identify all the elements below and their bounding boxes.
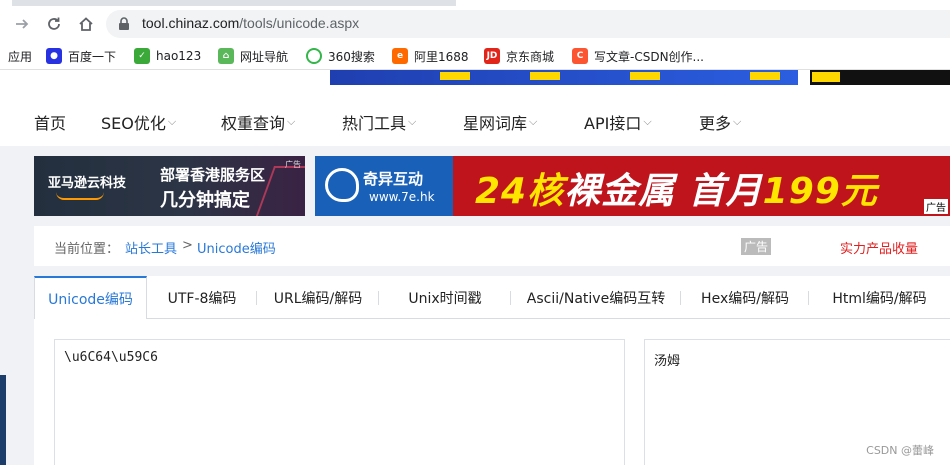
nav-hot-tools[interactable]: 热门工具 ⌵ bbox=[342, 110, 416, 134]
ad-headline: 24核裸金属 首月199元 bbox=[475, 171, 878, 212]
chevron-down-icon: ⌵ bbox=[733, 115, 742, 128]
nav-home[interactable]: 首页 bbox=[34, 110, 66, 134]
back-button[interactable] bbox=[10, 12, 34, 36]
watermark: CSDN @蕾峰 bbox=[866, 444, 934, 457]
address-bar[interactable]: tool.chinaz.com/tools/unicode.aspx bbox=[106, 10, 950, 38]
bookmark-csdn[interactable]: C 写文章-CSDN创作... bbox=[572, 47, 704, 65]
ali-icon: e bbox=[392, 48, 408, 64]
url-text: tool.chinaz.com/tools/unicode.aspx bbox=[142, 15, 360, 31]
bookmark-apps[interactable]: 应用 bbox=[8, 47, 32, 65]
reload-button[interactable] bbox=[42, 12, 66, 36]
server-ad-banner[interactable]: 奇异互动 www.7e.hk 24核裸金属 首月199元 广告 bbox=[315, 156, 950, 216]
breadcrumb: 当前位置： 站长工具 > Unicode编码 广告 实力产品收量 bbox=[34, 226, 950, 266]
tool-tabs: Unicode编码 UTF-8编码 URL编码/解码 Unix时间戳 Ascii… bbox=[34, 276, 950, 320]
paw-icon: ● bbox=[46, 48, 62, 64]
chevron-down-icon: ⌵ bbox=[408, 115, 417, 128]
tab-unix-time[interactable]: Unix时间戳 bbox=[379, 276, 511, 319]
chevron-down-icon: ⌵ bbox=[529, 115, 538, 128]
nav-seo[interactable]: SEO优化 ⌵ bbox=[101, 110, 176, 134]
arrow-right-icon bbox=[16, 19, 29, 29]
tab-utf8[interactable]: UTF-8编码 bbox=[147, 276, 257, 319]
breadcrumb-current-link[interactable]: Unicode编码 bbox=[197, 238, 276, 257]
promo-link[interactable]: 实力产品收量 bbox=[840, 238, 918, 257]
tab-url[interactable]: URL编码/解码 bbox=[257, 276, 379, 319]
checkmark-icon: ✓ bbox=[134, 48, 150, 64]
jd-icon: JD bbox=[484, 48, 500, 64]
bookmark-hao123[interactable]: ✓ hao123 bbox=[134, 47, 201, 65]
bookmark-jd[interactable]: JD 京东商城 bbox=[484, 47, 554, 65]
smile-icon bbox=[56, 192, 104, 200]
site-header: 首页 SEO优化 ⌵ 权重查询 ⌵ 热门工具 ⌵ 星网词库 ⌵ API接口 ⌵ 更多 ⌵ bbox=[0, 70, 950, 146]
chevron-down-icon: ⌵ bbox=[167, 115, 177, 128]
circle-icon bbox=[306, 48, 322, 64]
brand-logo-icon bbox=[325, 168, 359, 202]
house-icon: ⌂ bbox=[218, 48, 234, 64]
bookmark-nav[interactable]: ⌂ 网址导航 bbox=[218, 47, 288, 65]
bookmark-1688[interactable]: e 阿里1688 bbox=[392, 47, 469, 65]
tab-html[interactable]: Html编码/解码 bbox=[809, 276, 950, 319]
input-textarea[interactable]: \u6C64\u59C6 bbox=[54, 339, 625, 465]
converter-panel: \u6C64\u59C6 汤姆 bbox=[34, 319, 950, 465]
home-button[interactable] bbox=[74, 12, 98, 36]
top-banner-ad-right[interactable] bbox=[810, 70, 950, 85]
breadcrumb-home-link[interactable]: 站长工具 bbox=[125, 238, 177, 257]
lock-icon bbox=[119, 17, 129, 30]
tab-hex[interactable]: Hex编码/解码 bbox=[681, 276, 809, 319]
nav-more[interactable]: 更多 ⌵ bbox=[699, 110, 741, 134]
main-nav: 首页 SEO优化 ⌵ 权重查询 ⌵ 热门工具 ⌵ 星网词库 ⌵ API接口 ⌵ 更多 ⌵ bbox=[0, 110, 950, 134]
ad-badge: 广告 bbox=[741, 238, 772, 255]
chevron-down-icon: ⌵ bbox=[287, 115, 296, 128]
aws-ad-banner[interactable]: 亚马逊云科技 部署香港服务区 几分钟搞定 广告 bbox=[34, 156, 305, 216]
chevron-down-icon: ⌵ bbox=[643, 115, 652, 128]
bookmark-360[interactable]: 360搜索 bbox=[306, 47, 375, 65]
nav-keywords[interactable]: 星网词库 ⌵ bbox=[463, 110, 537, 134]
csdn-icon: C bbox=[572, 48, 588, 64]
bookmarks-bar: 应用 ● 百度一下 ✓ hao123 ⌂ 网址导航 360搜索 e 阿里1688… bbox=[0, 42, 950, 70]
nav-api[interactable]: API接口 ⌵ bbox=[584, 110, 652, 134]
top-banner-ad[interactable] bbox=[330, 70, 798, 85]
home-icon bbox=[79, 17, 93, 31]
tab-unicode[interactable]: Unicode编码 bbox=[34, 276, 147, 320]
browser-toolbar: tool.chinaz.com/tools/unicode.aspx bbox=[0, 6, 950, 42]
bookmark-baidu[interactable]: ● 百度一下 bbox=[46, 47, 116, 65]
reload-icon bbox=[48, 17, 60, 30]
nav-weight[interactable]: 权重查询 ⌵ bbox=[221, 110, 295, 134]
tab-ascii-native[interactable]: Ascii/Native编码互转 bbox=[511, 276, 681, 319]
